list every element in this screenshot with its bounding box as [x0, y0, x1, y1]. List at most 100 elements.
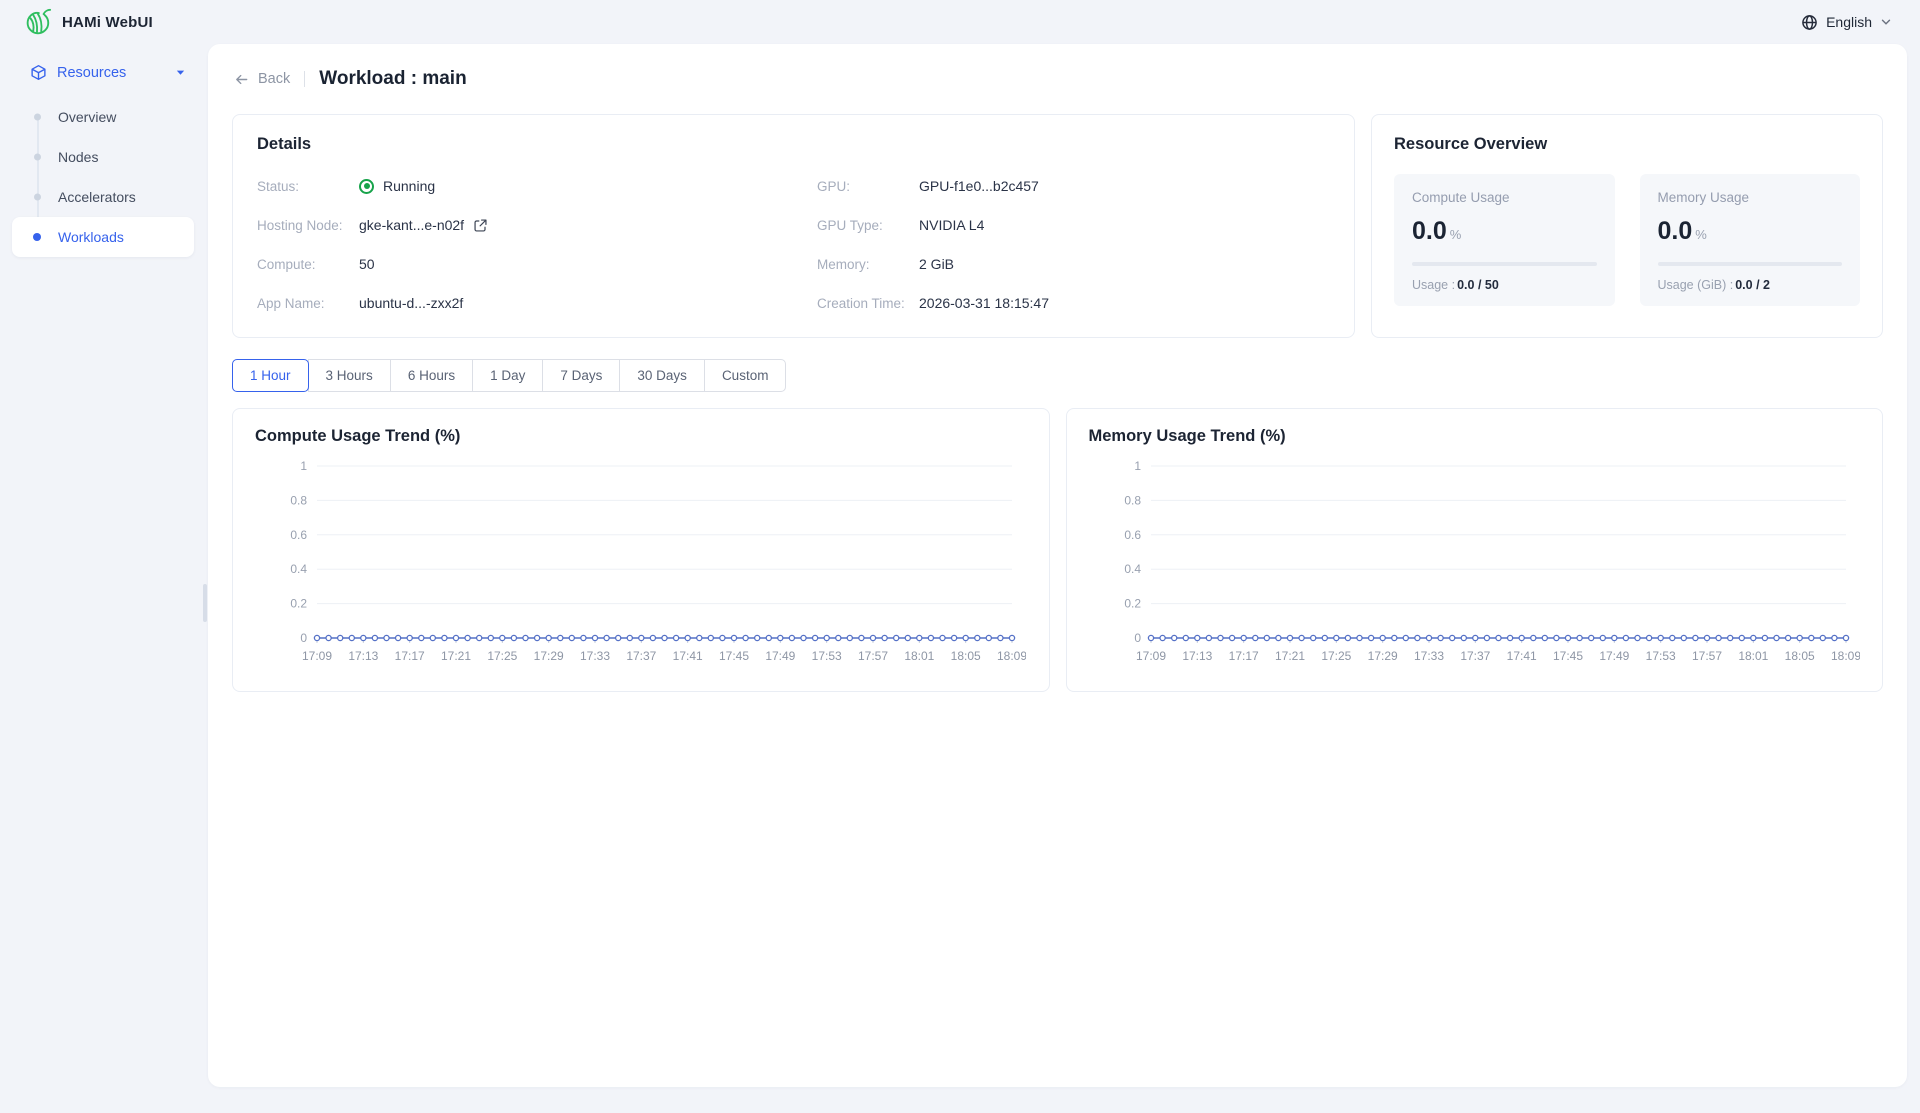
- sidebar-item-overview[interactable]: Overview: [12, 97, 194, 137]
- detail-value: NVIDIA L4: [919, 217, 984, 233]
- compute-usage-panel: Compute Usage0.0%Usage :0.0 / 50: [1394, 174, 1615, 306]
- compute-trend-chart[interactable]: 00.20.40.60.8117:0917:1317:1717:2117:251…: [255, 450, 1026, 678]
- detail-row-compute: Compute:50: [257, 252, 817, 276]
- item-dot: [33, 233, 41, 241]
- language-selector[interactable]: English: [1801, 14, 1892, 31]
- svg-text:0: 0: [300, 631, 307, 645]
- usage-caption-value: 0.0 / 50: [1457, 278, 1499, 292]
- svg-text:17:49: 17:49: [765, 649, 795, 663]
- detail-value-text: NVIDIA L4: [919, 217, 984, 233]
- usage-unit: %: [1450, 227, 1462, 242]
- app-title: HAMi WebUI: [62, 14, 153, 31]
- caret-down-icon: [175, 67, 186, 78]
- progress-bar: [1658, 262, 1843, 266]
- header-divider: [304, 71, 305, 87]
- detail-row-memory: Memory:2 GiB: [817, 252, 1330, 276]
- panel-title: Memory Usage: [1658, 190, 1843, 205]
- svg-text:17:21: 17:21: [1274, 649, 1304, 663]
- sidebar-resize-handle[interactable]: [203, 584, 207, 622]
- time-range-30-days[interactable]: 30 Days: [619, 359, 705, 392]
- detail-value: Running: [359, 178, 435, 194]
- sidebar-item-resources[interactable]: Resources: [0, 54, 208, 97]
- svg-text:17:33: 17:33: [580, 649, 610, 663]
- svg-text:17:25: 17:25: [487, 649, 517, 663]
- svg-text:0.2: 0.2: [1124, 597, 1141, 611]
- usage-caption-label: Usage :: [1412, 278, 1455, 292]
- compute-trend-card: Compute Usage Trend (%) 00.20.40.60.8117…: [232, 408, 1050, 692]
- svg-text:17:09: 17:09: [1135, 649, 1165, 663]
- detail-label: Status:: [257, 179, 359, 194]
- resource-overview-card: Resource Overview Compute Usage0.0%Usage…: [1371, 114, 1883, 338]
- svg-text:18:09: 18:09: [997, 649, 1026, 663]
- details-column-left: Status:Running Hosting Node:gke-kant...e-…: [257, 174, 817, 315]
- hami-logo-icon: [22, 7, 52, 37]
- svg-text:0.6: 0.6: [290, 528, 307, 542]
- language-label: English: [1826, 14, 1872, 30]
- detail-value: gke-kant...e-n02f: [359, 217, 488, 233]
- svg-text:17:41: 17:41: [673, 649, 703, 663]
- time-range-1-hour[interactable]: 1 Hour: [232, 359, 309, 392]
- svg-text:17:53: 17:53: [1645, 649, 1675, 663]
- svg-text:17:17: 17:17: [395, 649, 425, 663]
- svg-text:17:29: 17:29: [1367, 649, 1397, 663]
- detail-value-text: 2026-03-31 18:15:47: [919, 295, 1049, 311]
- detail-row-gpu: GPU:GPU-f1e0...b2c457: [817, 174, 1330, 198]
- resource-overview-title: Resource Overview: [1394, 135, 1860, 154]
- svg-text:18:01: 18:01: [904, 649, 934, 663]
- detail-label: Compute:: [257, 257, 359, 272]
- detail-row-hosting-node: Hosting Node:gke-kant...e-n02f: [257, 213, 817, 237]
- detail-label: Creation Time:: [817, 296, 919, 311]
- page-header: Back Workload : main: [234, 68, 1881, 90]
- svg-text:0.6: 0.6: [1124, 528, 1141, 542]
- detail-row-creation-time: Creation Time:2026-03-31 18:15:47: [817, 291, 1330, 315]
- svg-text:17:57: 17:57: [1691, 649, 1721, 663]
- detail-label: Memory:: [817, 257, 919, 272]
- sidebar-item-accelerators[interactable]: Accelerators: [12, 177, 194, 217]
- cube-icon: [30, 64, 47, 81]
- brand: HAMi WebUI: [22, 7, 153, 37]
- svg-text:17:25: 17:25: [1321, 649, 1351, 663]
- svg-text:17:41: 17:41: [1506, 649, 1536, 663]
- detail-value: 2026-03-31 18:15:47: [919, 295, 1049, 311]
- svg-text:0.8: 0.8: [290, 493, 307, 507]
- svg-text:18:05: 18:05: [951, 649, 981, 663]
- item-dot: [34, 194, 41, 201]
- detail-row-app-name: App Name:ubuntu-d...-zxx2f: [257, 291, 817, 315]
- sidebar-menu: OverviewNodesAcceleratorsWorkloads: [0, 97, 208, 257]
- sidebar: Resources OverviewNodesAcceleratorsWorkl…: [0, 44, 208, 1100]
- svg-text:18:05: 18:05: [1784, 649, 1814, 663]
- app-layout: Resources OverviewNodesAcceleratorsWorkl…: [0, 44, 1920, 1100]
- details-card: Details Status:RunningHosting Node:gke-k…: [232, 114, 1355, 338]
- sidebar-section-label: Resources: [57, 65, 126, 81]
- svg-text:0: 0: [1134, 631, 1141, 645]
- detail-row-gpu-type: GPU Type:NVIDIA L4: [817, 213, 1330, 237]
- time-range-7-days[interactable]: 7 Days: [542, 359, 620, 392]
- detail-label: Hosting Node:: [257, 218, 359, 233]
- detail-value: GPU-f1e0...b2c457: [919, 178, 1039, 194]
- usage-caption: Usage (GiB) :0.0 / 2: [1658, 278, 1843, 292]
- chart-title: Memory Usage Trend (%): [1089, 427, 1861, 446]
- time-range-3-hours[interactable]: 3 Hours: [308, 359, 391, 392]
- svg-text:17:37: 17:37: [626, 649, 656, 663]
- detail-label: GPU:: [817, 179, 919, 194]
- chart-holder: 00.20.40.60.8117:0917:1317:1717:2117:251…: [1089, 450, 1861, 683]
- external-link-icon[interactable]: [473, 218, 488, 233]
- arrow-left-icon: [234, 72, 249, 87]
- svg-text:17:13: 17:13: [1182, 649, 1212, 663]
- memory-trend-chart[interactable]: 00.20.40.60.8117:0917:1317:1717:2117:251…: [1089, 450, 1860, 678]
- sidebar-item-nodes[interactable]: Nodes: [12, 137, 194, 177]
- detail-value-text: ubuntu-d...-zxx2f: [359, 295, 463, 311]
- usage-caption: Usage :0.0 / 50: [1412, 278, 1597, 292]
- memory-trend-card: Memory Usage Trend (%) 00.20.40.60.8117:…: [1066, 408, 1884, 692]
- sidebar-item-workloads[interactable]: Workloads: [12, 217, 194, 257]
- time-range-6-hours[interactable]: 6 Hours: [390, 359, 473, 392]
- chart-holder: 00.20.40.60.8117:0917:1317:1717:2117:251…: [255, 450, 1027, 683]
- svg-text:1: 1: [1134, 459, 1141, 473]
- back-button[interactable]: Back: [234, 71, 290, 87]
- chart-title: Compute Usage Trend (%): [255, 427, 1027, 446]
- time-range-1-day[interactable]: 1 Day: [472, 359, 543, 392]
- time-range-custom[interactable]: Custom: [704, 359, 787, 392]
- svg-text:0.4: 0.4: [290, 562, 307, 576]
- usage-caption-label: Usage (GiB) :: [1658, 278, 1734, 292]
- detail-row-status: Status:Running: [257, 174, 817, 198]
